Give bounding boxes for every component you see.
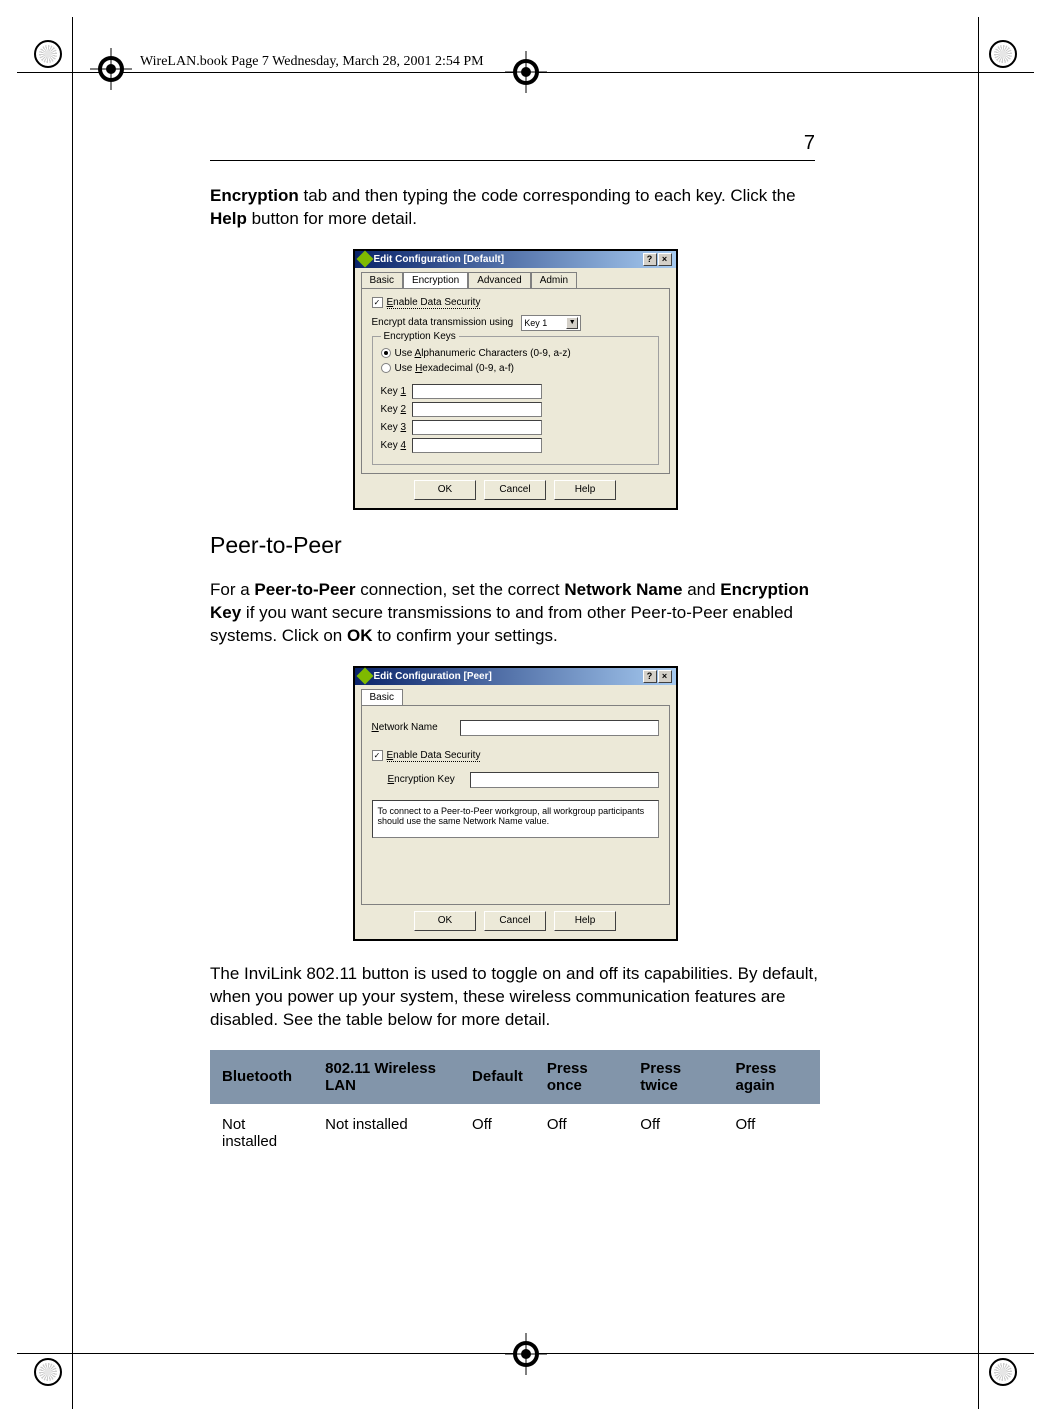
group-title: Encryption Keys	[381, 331, 459, 342]
ok-button-d2[interactable]: OK	[414, 911, 476, 931]
label-key4: Key 4	[381, 440, 407, 451]
cell-press-again: Off	[724, 1104, 820, 1162]
checkbox-enable-security[interactable]: ✓	[372, 297, 383, 308]
crop-mark-tr	[985, 36, 1021, 72]
table-header-row: Bluetooth 802.11 Wireless LAN Default Pr…	[210, 1050, 820, 1104]
dialog2-help-button[interactable]: ?	[643, 670, 657, 683]
label-enable-security: Enable Data Security	[387, 297, 481, 309]
ok-button[interactable]: OK	[414, 480, 476, 500]
cell-press-once: Off	[535, 1104, 628, 1162]
app-icon	[356, 251, 373, 268]
dialog2-close-button[interactable]: ×	[658, 670, 672, 683]
p2p-t4: to confirm your settings.	[372, 626, 557, 645]
dialog2-title-text: Edit Configuration [Peer]	[374, 671, 492, 682]
intro-paragraph: Encryption tab and then typing the code …	[210, 185, 820, 231]
subhead-peer-to-peer: Peer-to-Peer	[210, 532, 820, 559]
page-content: Encryption tab and then typing the code …	[210, 185, 820, 1162]
intro-text-1: tab and then typing the code correspondi…	[299, 186, 796, 205]
input-key4[interactable]	[412, 438, 542, 453]
page-rule	[210, 160, 815, 161]
bold-ok: OK	[347, 626, 373, 645]
col-80211: 802.11 Wireless LAN	[313, 1050, 460, 1104]
col-default: Default	[460, 1050, 535, 1104]
label-network-name: Network Name	[372, 722, 452, 733]
input-encryption-key[interactable]	[470, 772, 659, 788]
tab-admin[interactable]: Admin	[531, 272, 577, 288]
col-press-once: Press once	[535, 1050, 628, 1104]
input-key2[interactable]	[412, 402, 542, 417]
dialog-edit-config-default: Edit Configuration [Default] ? × Basic E…	[353, 249, 678, 510]
label-key2: Key 2	[381, 404, 407, 415]
dialog1-title-text: Edit Configuration [Default]	[374, 254, 505, 265]
input-network-name[interactable]	[460, 720, 659, 736]
dialog1-close-button[interactable]: ×	[658, 253, 672, 266]
help-button[interactable]: Help	[554, 480, 616, 500]
dialog1-help-button[interactable]: ?	[643, 253, 657, 266]
dialog1-tabs: Basic Encryption Advanced Admin	[361, 272, 670, 288]
label-key3: Key 3	[381, 422, 407, 433]
radio-alphanumeric[interactable]	[381, 348, 391, 358]
cancel-button-d2[interactable]: Cancel	[484, 911, 546, 931]
cell-80211: Not installed	[313, 1104, 460, 1162]
label-encryption-key: Encryption Key	[388, 774, 462, 785]
select-value: Key 1	[524, 318, 547, 328]
input-key1[interactable]	[412, 384, 542, 399]
radio-hex[interactable]	[381, 363, 391, 373]
cancel-button[interactable]: Cancel	[484, 480, 546, 500]
input-key3[interactable]	[412, 420, 542, 435]
reg-mark-left	[90, 48, 132, 90]
label-radio-hex: Use Hexadecimal (0-9, a-f)	[395, 363, 515, 374]
page-number: 7	[804, 132, 815, 155]
crop-mark-tl	[30, 36, 66, 72]
intro-text-2: button for more detail.	[247, 209, 417, 228]
group-encryption-keys: Encryption Keys Use Alphanumeric Charact…	[372, 336, 659, 465]
tab-basic-d2[interactable]: Basic	[361, 689, 403, 705]
info-box: To connect to a Peer-to-Peer workgroup, …	[372, 800, 659, 838]
p2p-t1: connection, set the correct	[356, 580, 565, 599]
tab-basic[interactable]: Basic	[361, 272, 403, 288]
dialog1-titlebar: Edit Configuration [Default] ? ×	[355, 251, 676, 268]
page-header: WireLAN.book Page 7 Wednesday, March 28,…	[140, 54, 484, 70]
label-radio-alphanumeric: Use Alphanumeric Characters (0-9, a-z)	[395, 348, 571, 359]
dialog2-tabs: Basic	[361, 689, 670, 705]
col-bluetooth: Bluetooth	[210, 1050, 313, 1104]
checkbox-enable-security-d2[interactable]: ✓	[372, 750, 383, 761]
bold-encryption: Encryption	[210, 186, 299, 205]
bold-p2p: Peer-to-Peer	[254, 580, 355, 599]
cell-press-twice: Off	[628, 1104, 723, 1162]
cell-default: Off	[460, 1104, 535, 1162]
cell-bluetooth: Not installed	[210, 1104, 313, 1162]
dialog2-titlebar: Edit Configuration [Peer] ? ×	[355, 668, 676, 685]
frame-left-line	[72, 17, 73, 1409]
reg-mark-top	[505, 51, 547, 93]
select-encrypt-key[interactable]: Key 1 ▼	[521, 315, 581, 331]
tab-advanced[interactable]: Advanced	[468, 272, 530, 288]
table-row: Not installed Not installed Off Off Off …	[210, 1104, 820, 1162]
frame-right-line	[978, 17, 979, 1409]
label-encrypt-using: Encrypt data transmission using	[372, 317, 514, 328]
p2p-paragraph: For a Peer-to-Peer connection, set the c…	[210, 579, 820, 648]
dialog-edit-config-peer: Edit Configuration [Peer] ? × Basic Netw…	[353, 666, 678, 941]
chevron-down-icon: ▼	[566, 317, 578, 329]
label-key1: Key 1	[381, 386, 407, 397]
reg-mark-bottom	[505, 1333, 547, 1375]
col-press-twice: Press twice	[628, 1050, 723, 1104]
after-paragraph: The InviLink 802.11 button is used to to…	[210, 963, 820, 1032]
state-table: Bluetooth 802.11 Wireless LAN Default Pr…	[210, 1050, 820, 1162]
bold-help: Help	[210, 209, 247, 228]
crop-mark-br	[985, 1354, 1021, 1390]
tab-encryption[interactable]: Encryption	[403, 272, 468, 288]
crop-mark-bl	[30, 1354, 66, 1390]
help-button-d2[interactable]: Help	[554, 911, 616, 931]
p2p-pre: For a	[210, 580, 254, 599]
bold-network-name: Network Name	[564, 580, 682, 599]
app-icon	[356, 668, 373, 685]
label-enable-security-d2: Enable Data Security	[387, 750, 481, 762]
p2p-t2: and	[682, 580, 720, 599]
col-press-again: Press again	[724, 1050, 820, 1104]
